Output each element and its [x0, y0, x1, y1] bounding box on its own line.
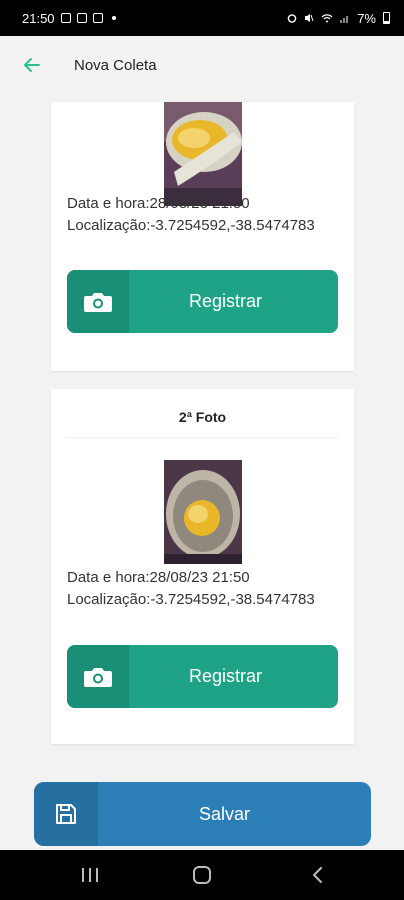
photo-thumbnail-2[interactable] — [164, 460, 242, 564]
wifi-icon — [321, 14, 333, 23]
photo-card-title: 2ª Foto — [178, 409, 227, 425]
photo-card-2: 2ª Foto Data e hora:28/08/23 21:50 Local… — [51, 389, 354, 744]
save-button-label: Salvar — [198, 803, 251, 824]
photo-image-1 — [164, 102, 242, 206]
photo-thumbnail-1[interactable] — [164, 102, 242, 206]
card-divider — [67, 437, 338, 438]
system-nav-bar — [0, 850, 404, 900]
alarm-icon — [287, 14, 297, 23]
more-notifications-icon — [111, 16, 116, 20]
page-title: Nova Coleta — [74, 56, 157, 74]
back-icon[interactable] — [310, 867, 326, 883]
camera-icon-zone — [67, 270, 129, 333]
camera-icon-zone — [67, 645, 129, 708]
photo-datetime: Data e hora:28/08/23 21:50 — [67, 195, 250, 212]
camera-icon — [84, 292, 112, 312]
status-bar: 21:50 7% — [0, 0, 404, 36]
register-photo-button[interactable]: Registrar — [67, 270, 338, 333]
register-photo-button[interactable]: Registrar — [67, 645, 338, 708]
gallery-notification-icon — [60, 13, 71, 23]
recents-icon[interactable] — [82, 868, 98, 882]
photo-location: Localização:-3.7254592,-38.5474783 — [67, 217, 315, 234]
battery-icon — [383, 12, 390, 24]
clipboard-notification-icon — [92, 13, 103, 23]
save-button[interactable]: Salvar — [34, 782, 371, 846]
camera-icon — [84, 667, 112, 687]
collection-form[interactable]: Data e hora:28/08/23 21:50 Localização:-… — [0, 94, 404, 850]
photo-card-1: Data e hora:28/08/23 21:50 Localização:-… — [51, 102, 354, 371]
status-time: 21:50 — [22, 10, 55, 26]
floppy-disk-icon — [56, 804, 76, 824]
app-notification-icon — [76, 13, 87, 23]
mute-icon — [305, 14, 314, 22]
register-button-label: Registrar — [188, 666, 263, 686]
battery-percent: 7% — [357, 10, 376, 26]
photo-image-2 — [164, 460, 242, 564]
home-icon[interactable] — [193, 866, 211, 884]
status-left: 21:50 — [22, 11, 116, 26]
save-icon-zone — [34, 782, 98, 846]
photo-datetime: Data e hora:28/08/23 21:50 — [67, 569, 250, 586]
app-bar: Nova Coleta — [0, 36, 404, 94]
register-button-label: Registrar — [188, 291, 263, 311]
photo-location: Localização:-3.7254592,-38.5474783 — [67, 591, 315, 608]
status-right: 7% — [287, 11, 390, 26]
signal-icon — [340, 16, 349, 23]
arrow-left-icon[interactable] — [22, 55, 42, 75]
